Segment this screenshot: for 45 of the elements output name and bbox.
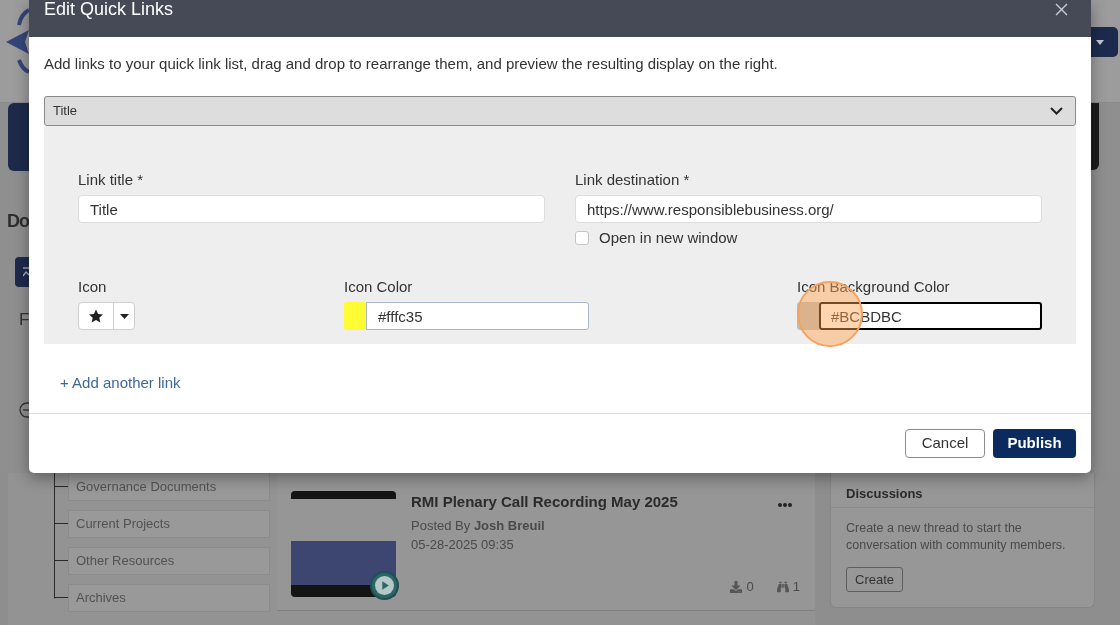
publish-button[interactable]: Publish [993, 429, 1076, 458]
post-byline: Posted By Josh Breuil [411, 517, 545, 535]
more-icon [778, 503, 792, 507]
view-count: 1 [792, 579, 800, 595]
card-title: Discussions [846, 486, 923, 501]
field-label: Icon [78, 279, 108, 295]
color-swatch-icon[interactable] [344, 302, 366, 330]
binoculars-icon [776, 581, 789, 593]
checkbox-label[interactable]: Open in new window [599, 230, 738, 246]
play-button[interactable] [370, 571, 399, 600]
toolbar-button[interactable] [15, 257, 29, 287]
dialog-title: Edit Quick Links [44, 0, 174, 18]
section-heading: Do [7, 211, 29, 231]
dialog-description: Add links to your quick link list, drag and drop to rearrange them, and preview the resulting display on the right. [44, 56, 779, 72]
checkbox[interactable] [575, 231, 589, 245]
post-date: 05-28-2025 09:35 [411, 536, 514, 554]
caret-icon [1096, 39, 1104, 45]
chevron-icon [1050, 107, 1063, 115]
post-title[interactable]: RMI Plenary Call Recording May 2025 [411, 493, 678, 511]
more-button[interactable] [778, 503, 792, 507]
dark-panel [1091, 103, 1099, 170]
close-icon [1055, 3, 1068, 16]
color-input[interactable]: #fffc35 [366, 302, 589, 330]
text-input[interactable]: Title [78, 195, 545, 223]
download-count: 0 [746, 579, 754, 595]
star-icon [89, 309, 103, 323]
card-text: Create a new thread to start the conversation with community members. [846, 520, 1067, 554]
color-swatch-icon[interactable] [797, 302, 819, 330]
banner-panel [8, 103, 29, 171]
add-link[interactable]: + Add another link [60, 375, 181, 391]
field-label: Link destination * [575, 172, 691, 188]
field-label: Icon Color [344, 279, 414, 295]
accordion-header[interactable]: Title [44, 96, 1076, 126]
close-button[interactable] [1055, 3, 1068, 16]
download-icon [729, 581, 742, 593]
create-button[interactable]: Create [846, 567, 904, 592]
section-label: F [19, 311, 29, 329]
dropdown-button[interactable] [1091, 27, 1118, 57]
collapse-icon[interactable] [19, 402, 29, 418]
field-label: Link title * [78, 172, 145, 188]
caret-icon [119, 313, 129, 319]
cancel-button[interactable]: Cancel [905, 429, 985, 458]
picture-icon [23, 267, 29, 277]
url-input[interactable]: https://www.responsiblebusiness.org/ [575, 195, 1042, 223]
play-icon [375, 576, 394, 595]
